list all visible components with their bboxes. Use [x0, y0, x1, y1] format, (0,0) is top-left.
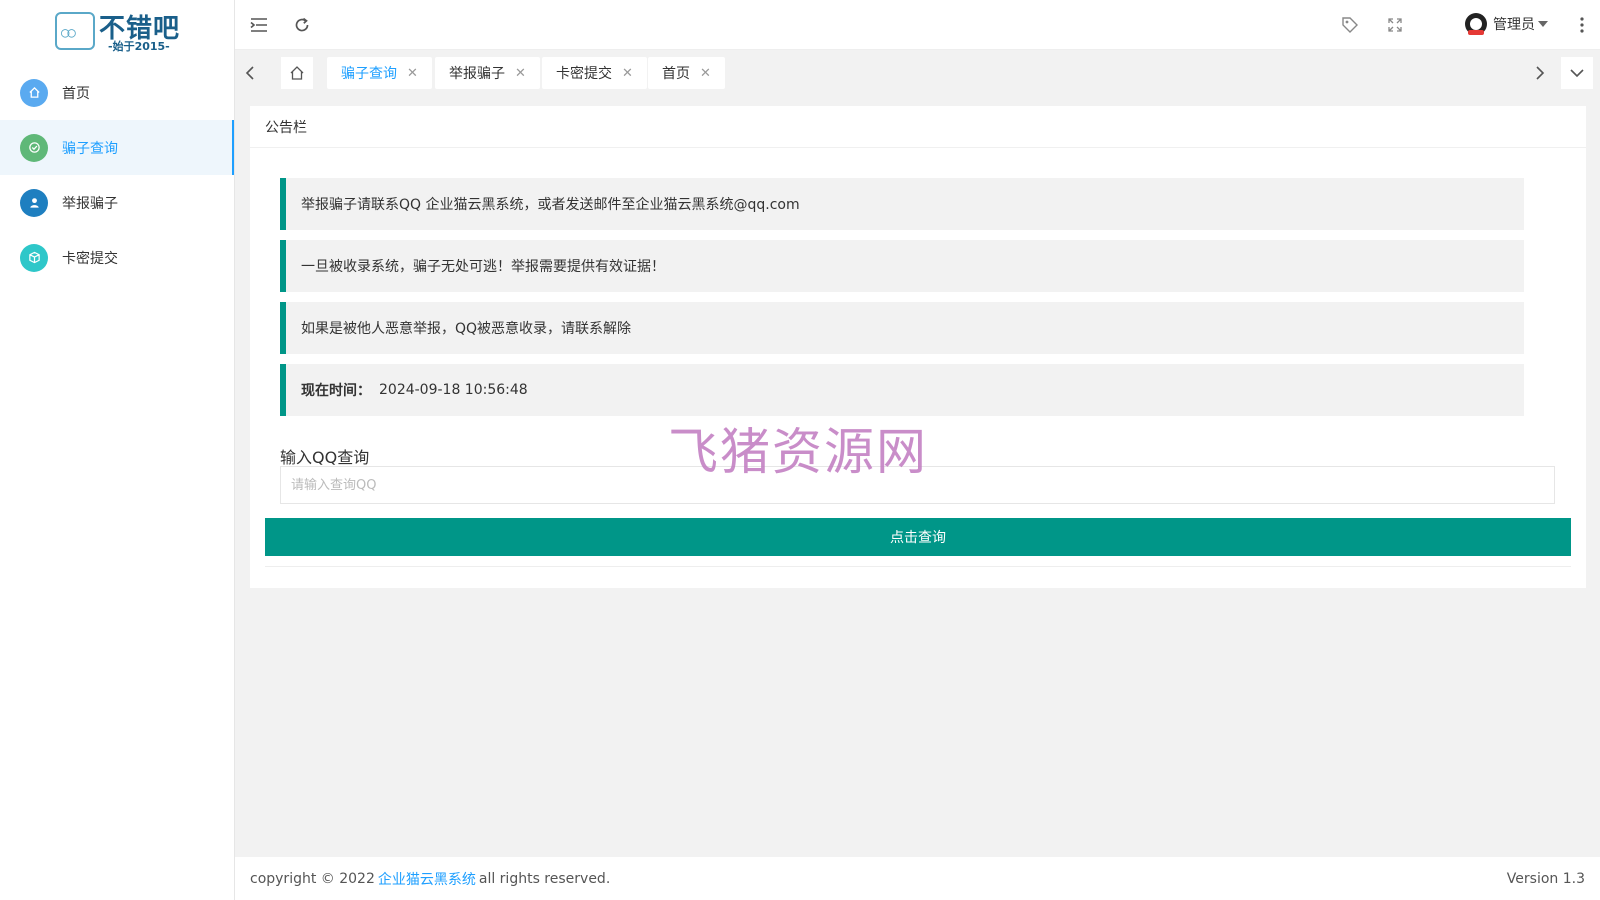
- logo-subtitle: -始于2015-: [108, 40, 170, 53]
- sidebar: ○○ 不错吧 -始于2015- 首页 骗子查询 举报骗子 卡密提交: [0, 0, 235, 900]
- sidebar-item-report-scammer[interactable]: 举报骗子: [0, 175, 234, 230]
- shield-check-icon: [20, 133, 48, 162]
- notice-item-current-time: 现在时间： 2024-09-18 10:56:48: [280, 364, 1524, 416]
- current-time-label: 现在时间：: [301, 383, 371, 399]
- cube-icon: [20, 243, 48, 272]
- tab-scammer-query[interactable]: 骗子查询 ✕: [327, 57, 432, 89]
- notice-item: 举报骗子请联系QQ 企业猫云黑系统，或者发送邮件至企业猫云黑系统@qq.com: [280, 178, 1524, 230]
- top-header: 管理员: [235, 0, 1600, 50]
- tabs-scroll-right-icon[interactable]: [1525, 58, 1555, 88]
- refresh-icon[interactable]: [290, 13, 314, 37]
- user-menu[interactable]: 管理员: [1465, 13, 1548, 35]
- sidebar-item-label: 骗子查询: [62, 140, 118, 157]
- query-submit-button[interactable]: 点击查询: [265, 518, 1571, 556]
- watermark: 飞猪资源网: [668, 423, 928, 481]
- sidebar-item-label: 举报骗子: [62, 195, 118, 212]
- sidebar-item-card-submit[interactable]: 卡密提交: [0, 230, 234, 285]
- home-icon: [20, 78, 48, 107]
- sidebar-item-label: 卡密提交: [62, 250, 118, 267]
- more-vertical-icon[interactable]: [1570, 13, 1594, 37]
- tab-label: 卡密提交: [556, 66, 612, 82]
- user-name: 管理员: [1493, 17, 1535, 33]
- notice-text: 如果是被他人恶意举报，QQ被恶意收录，请联系解除: [301, 321, 632, 337]
- tab-home[interactable]: 首页 ✕: [648, 57, 725, 89]
- tab-report-scammer[interactable]: 举报骗子 ✕: [435, 57, 540, 89]
- caret-down-icon: [1538, 21, 1548, 27]
- logo-glasses-icon: ○○: [55, 12, 95, 50]
- notice-list: 举报骗子请联系QQ 企业猫云黑系统，或者发送邮件至企业猫云黑系统@qq.com …: [280, 178, 1560, 443]
- notice-item: 如果是被他人恶意举报，QQ被恶意收录，请联系解除: [280, 302, 1524, 354]
- footer-rights: all rights reserved.: [478, 870, 611, 887]
- user-icon: [20, 188, 48, 217]
- footer-version: Version 1.3: [1506, 870, 1585, 887]
- notice-text: 举报骗子请联系QQ 企业猫云黑系统，或者发送邮件至企业猫云黑系统@qq.com: [301, 197, 800, 213]
- notice-card: 公告栏 举报骗子请联系QQ 企业猫云黑系统，或者发送邮件至企业猫云黑系统@qq.…: [250, 106, 1586, 588]
- footer-system-link[interactable]: 企业猫云黑系统: [378, 869, 476, 889]
- fullscreen-icon[interactable]: [1383, 13, 1407, 37]
- tab-label: 举报骗子: [449, 66, 505, 82]
- tabs-bar: 骗子查询 ✕ 举报骗子 ✕ 卡密提交 ✕ 首页 ✕: [235, 53, 1600, 95]
- tab-card-submit[interactable]: 卡密提交 ✕: [542, 57, 647, 89]
- sidebar-item-label: 首页: [62, 85, 90, 102]
- tab-home-icon[interactable]: [281, 57, 313, 89]
- sidebar-item-scammer-query[interactable]: 骗子查询: [0, 120, 234, 175]
- divider: [265, 566, 1571, 567]
- close-icon[interactable]: ✕: [700, 66, 711, 81]
- sidebar-item-home[interactable]: 首页: [0, 65, 234, 120]
- tab-label: 首页: [662, 66, 690, 82]
- notice-item: 一旦被收录系统，骗子无处可逃！举报需要提供有效证据！: [280, 240, 1524, 292]
- tab-label: 骗子查询: [341, 66, 397, 82]
- close-icon[interactable]: ✕: [407, 66, 418, 81]
- tabs-more-chevron-down-icon[interactable]: [1561, 57, 1593, 89]
- close-icon[interactable]: ✕: [622, 66, 633, 81]
- close-icon[interactable]: ✕: [515, 66, 526, 81]
- current-time-value: 2024-09-18 10:56:48: [379, 382, 528, 398]
- qq-penguin-avatar-icon: [1465, 13, 1487, 35]
- card-title: 公告栏: [250, 106, 1586, 148]
- logo[interactable]: ○○ 不错吧 -始于2015-: [0, 0, 234, 62]
- tag-icon[interactable]: [1338, 13, 1362, 37]
- qq-query-label: 输入QQ查询: [280, 448, 370, 467]
- tabs-scroll-left-icon[interactable]: [235, 58, 265, 88]
- footer: copyright © 2022 企业猫云黑系统 all rights rese…: [235, 857, 1600, 900]
- menu-fold-icon[interactable]: [247, 13, 271, 37]
- notice-text: 一旦被收录系统，骗子无处可逃！举报需要提供有效证据！: [301, 259, 665, 275]
- footer-copyright: copyright © 2022: [250, 870, 375, 887]
